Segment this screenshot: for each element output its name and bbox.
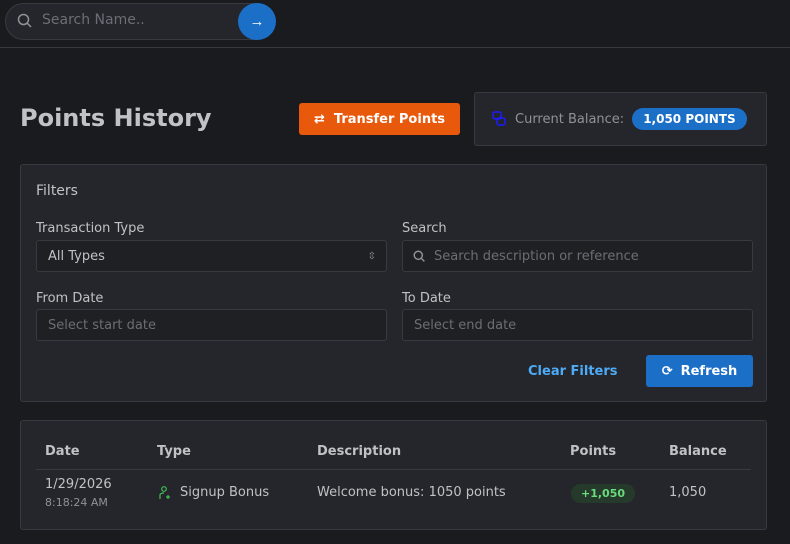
filters-title: Filters	[36, 183, 78, 199]
transfer-label: Transfer Points	[333, 111, 446, 127]
transfer-icon: ⇄	[313, 111, 325, 127]
row-type: Signup Bonus	[180, 485, 270, 500]
header-balance: Balance	[669, 444, 727, 459]
header-points: Points	[570, 444, 617, 459]
row-description: Welcome bonus: 1050 points	[317, 485, 506, 500]
header-type: Type	[157, 444, 191, 459]
page-title: Points History	[20, 104, 212, 132]
clear-filters-button[interactable]: Clear Filters	[528, 364, 618, 379]
from-date-input[interactable]: Select start date	[36, 309, 387, 341]
name-search	[5, 3, 275, 40]
divider	[36, 469, 751, 470]
transaction-type-select[interactable]: All Types ⇳	[36, 240, 387, 272]
user-plus-icon	[159, 486, 170, 499]
to-date-label: To Date	[402, 291, 451, 306]
transfer-points-button[interactable]: ⇄ Transfer Points	[299, 103, 460, 135]
row-date: 1/29/2026	[45, 477, 112, 492]
from-placeholder: Select start date	[48, 317, 156, 333]
from-date-label: From Date	[36, 291, 104, 306]
header-date: Date	[45, 444, 80, 459]
row-balance: 1,050	[669, 485, 707, 500]
coins-icon	[492, 111, 506, 126]
description-search-input[interactable]: Search description or reference	[402, 240, 753, 272]
chevron-updown-icon: ⇳	[367, 250, 376, 262]
search-icon	[413, 249, 425, 262]
search-label: Search	[402, 221, 447, 236]
refresh-icon: ⟳	[661, 363, 673, 379]
top-bar: →	[0, 0, 790, 48]
arrow-right-icon: →	[249, 13, 265, 30]
points-table: Date Type Description Points Balance 1/2…	[20, 420, 767, 530]
header-description: Description	[317, 444, 402, 459]
search-name-input[interactable]	[42, 12, 232, 28]
to-placeholder: Select end date	[414, 317, 517, 333]
to-date-input[interactable]: Select end date	[402, 309, 753, 341]
type-label: Transaction Type	[36, 221, 145, 236]
balance-badge: 1,050 POINTS	[632, 108, 747, 130]
search-submit-button[interactable]: →	[238, 3, 276, 40]
balance-label: Current Balance:	[515, 111, 625, 127]
row-time: 8:18:24 AM	[45, 496, 108, 509]
refresh-button[interactable]: ⟳ Refresh	[646, 355, 753, 387]
search-icon	[17, 13, 32, 28]
row-points-badge: +1,050	[571, 484, 636, 503]
type-value: All Types	[48, 248, 105, 264]
search-placeholder: Search description or reference	[434, 248, 639, 264]
current-balance-card: Current Balance: 1,050 POINTS	[474, 92, 767, 146]
filters-panel: Filters Transaction Type All Types ⇳ Sear…	[20, 164, 767, 402]
refresh-label: Refresh	[680, 363, 738, 379]
